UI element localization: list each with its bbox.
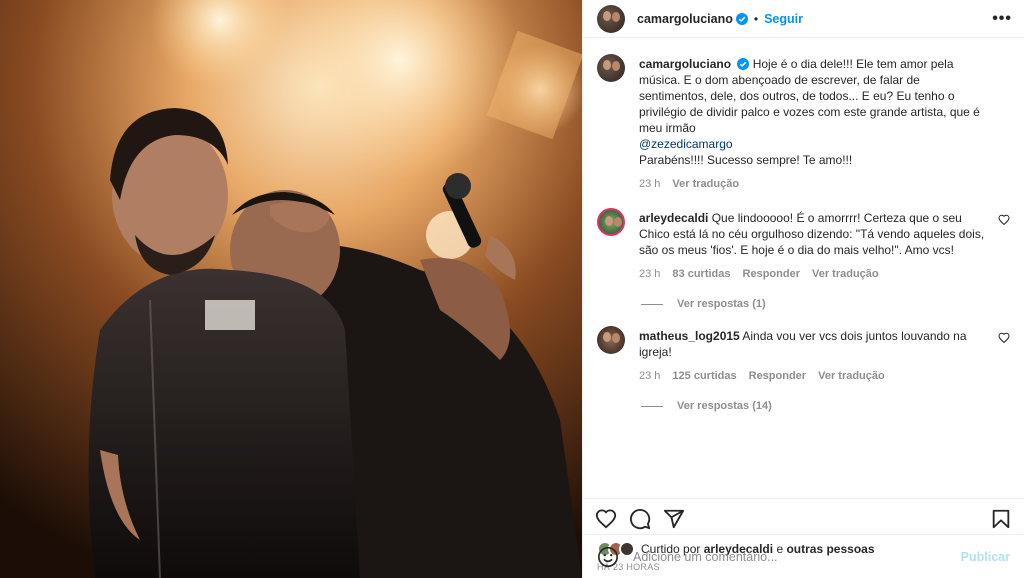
comment-like-heart-icon[interactable] [998,332,1010,344]
comment-username[interactable]: matheus_log2015 [639,329,740,343]
view-replies-label: Ver respostas (14) [677,400,772,412]
caption: camargoluciano Hoje é o dia dele!!! Ele … [597,54,1010,192]
comment-meta: 23 h 125 curtidas Responder Ver tradução [639,368,990,384]
separator-dot: • [753,11,759,26]
add-comment-bar: Publicar [583,534,1024,578]
commenter-avatar[interactable] [597,326,625,354]
post-header: camargoluciano • Seguir ••• [583,0,1024,38]
caption-username[interactable]: camargoluciano [639,57,731,71]
comment-like-heart-icon[interactable] [998,214,1010,226]
post-modal: camargoluciano • Seguir ••• camargolucia… [0,0,1024,578]
share-icon[interactable] [663,508,685,530]
comment-input[interactable] [633,549,961,564]
emoji-icon[interactable] [597,546,619,568]
caption-meta: 23 h Ver tradução [639,176,990,192]
publish-button[interactable]: Publicar [961,550,1010,564]
follow-button[interactable]: Seguir [764,12,803,26]
comment-time: 23 h [639,268,661,280]
more-options-icon[interactable]: ••• [992,10,1012,28]
heart-icon[interactable] [595,508,617,530]
view-replies-button[interactable]: Ver respostas (1) [641,298,1010,310]
author-avatar[interactable] [597,54,625,82]
replies-line [641,405,663,407]
author-username[interactable]: camargoluciano [637,12,733,26]
mention-link[interactable]: @zezedicamargo [639,137,733,151]
post-side-panel: camargoluciano • Seguir ••• camargolucia… [582,0,1024,578]
post-photo-image [0,0,582,578]
commenter-avatar[interactable] [597,208,625,236]
reply-button[interactable]: Responder [743,266,800,282]
author-avatar[interactable] [597,4,625,33]
caption-text-end: Parabéns!!!! Sucesso sempre! Te amo!!! [639,153,853,167]
view-replies-button[interactable]: Ver respostas (14) [641,400,1010,412]
comment-item: arleydecaldi Que lindooooo! É o amorrrr!… [597,208,1010,282]
comment-item: matheus_log2015 Ainda vou ver vcs dois j… [597,326,1010,384]
caption-time: 23 h [639,178,661,190]
comment-icon[interactable] [629,508,651,530]
replies-line [641,303,663,305]
comment-time: 23 h [639,370,661,382]
verified-badge-icon [737,58,750,70]
translate-button[interactable]: Ver tradução [818,368,885,384]
comments-list[interactable]: camargoluciano Hoje é o dia dele!!! Ele … [583,38,1024,498]
bookmark-icon[interactable] [990,508,1012,530]
translate-button[interactable]: Ver tradução [812,266,879,282]
comment-meta: 23 h 83 curtidas Responder Ver tradução [639,266,990,282]
action-bar [583,498,1024,538]
verified-badge-icon [735,12,748,25]
post-photo[interactable] [0,0,582,578]
comment-likes[interactable]: 125 curtidas [672,368,736,384]
comment-likes[interactable]: 83 curtidas [672,266,730,282]
reply-button[interactable]: Responder [749,368,806,384]
comment-username[interactable]: arleydecaldi [639,211,708,225]
translate-button[interactable]: Ver tradução [672,176,739,192]
view-replies-label: Ver respostas (1) [677,298,766,310]
